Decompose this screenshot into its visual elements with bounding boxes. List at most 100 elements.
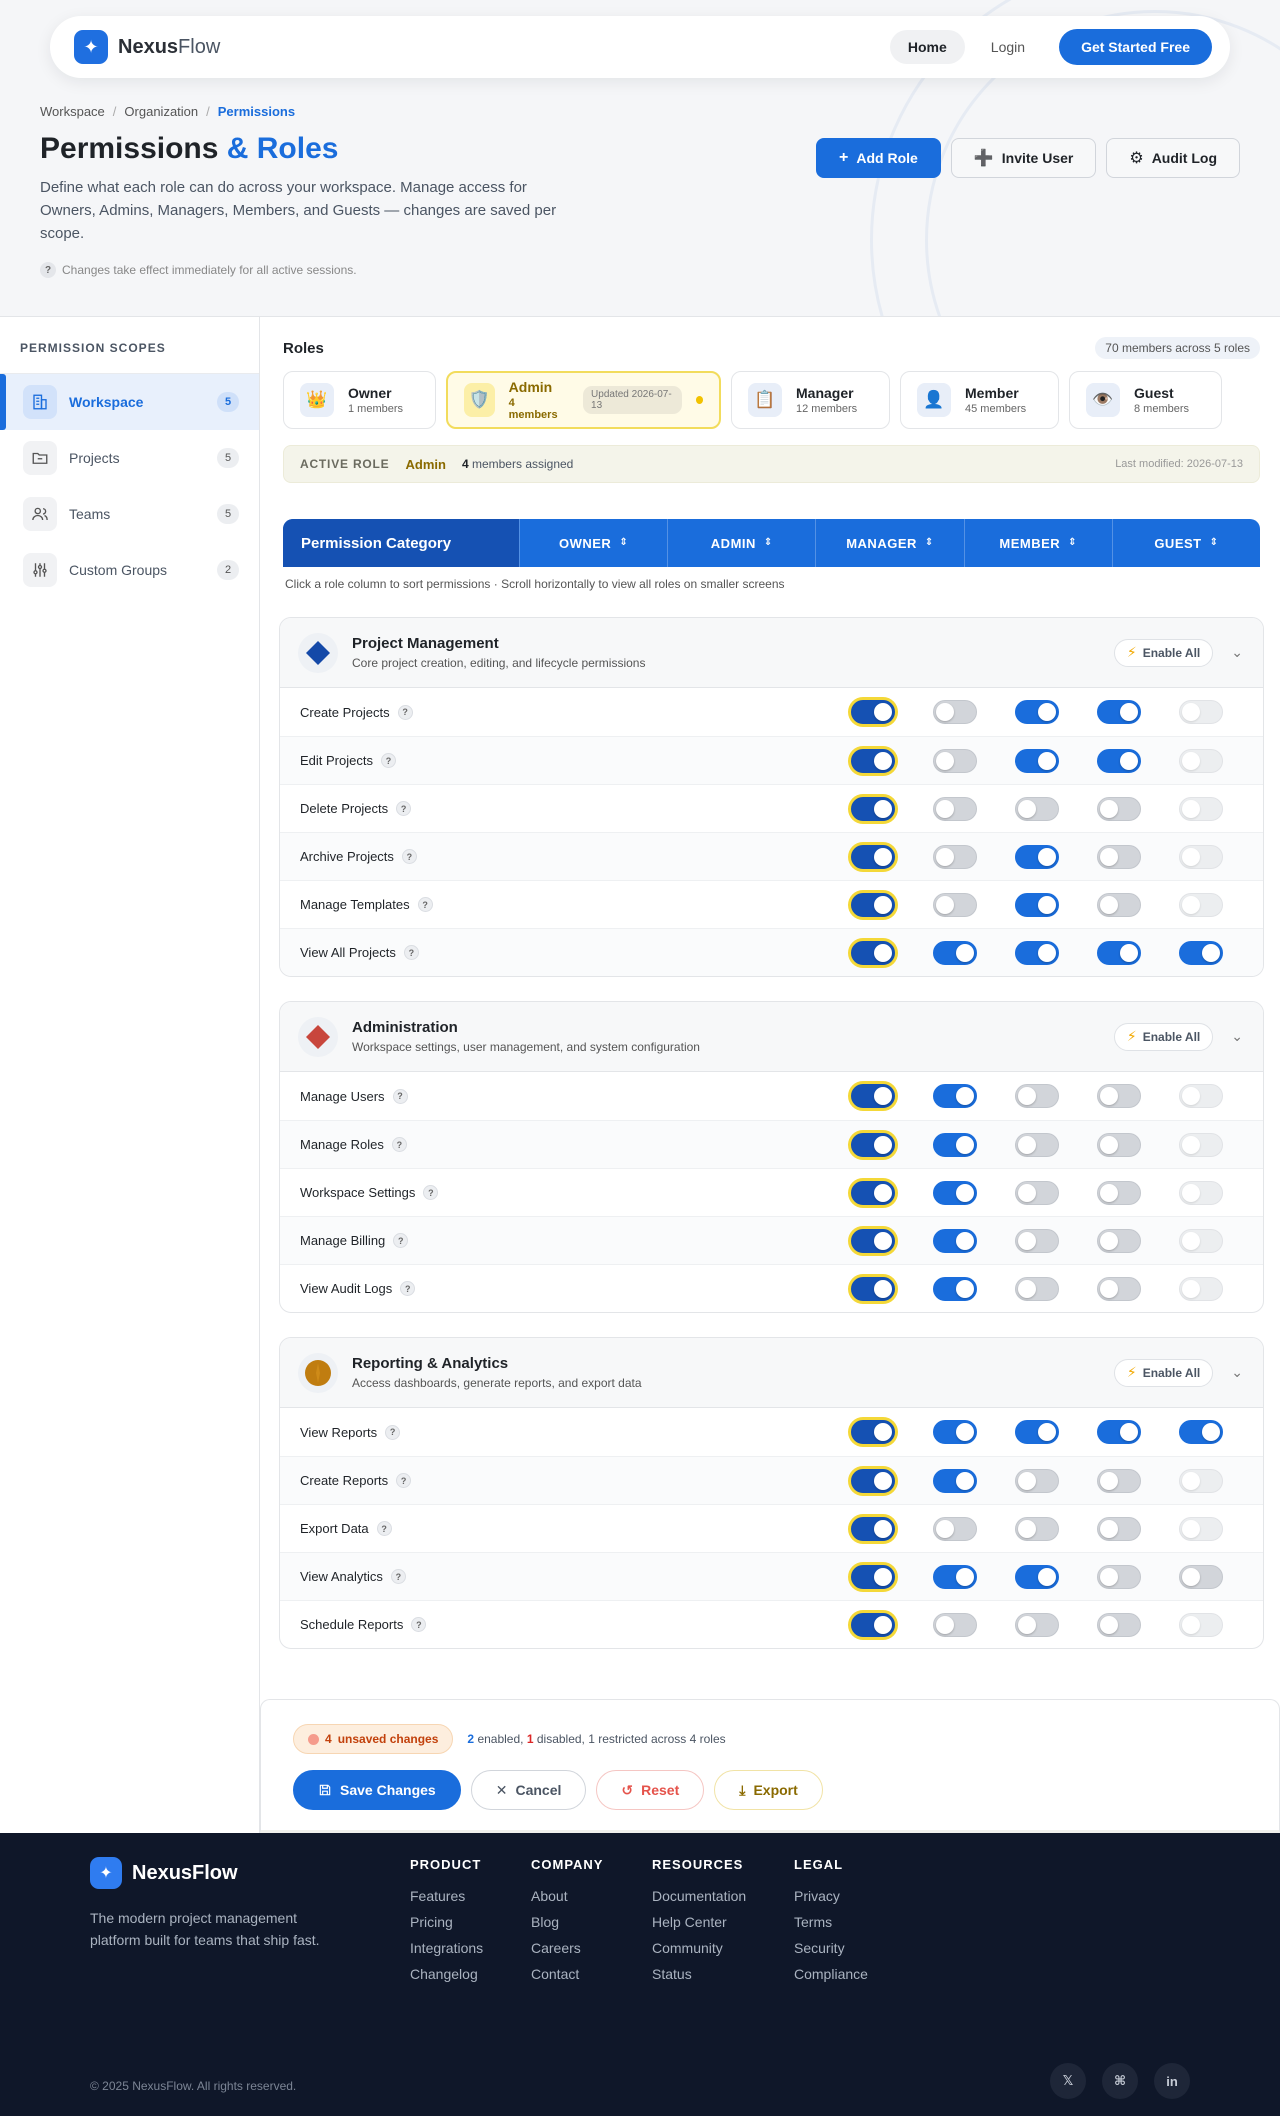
command-social-icon[interactable]: ⌘ [1102,2063,1138,2099]
column-header-member[interactable]: MEMBER ⇕ [963,519,1112,567]
footer-link[interactable]: Compliance [794,1966,868,1982]
help-icon[interactable]: ? [396,1473,412,1488]
help-icon[interactable]: ? [411,1617,427,1632]
role-card-manager[interactable]: 📋 Manager 12 members [731,371,890,429]
logo-text[interactable]: NexusFlow [118,36,220,59]
permission-toggle-admin[interactable] [933,1228,977,1253]
sidebar-item-teams[interactable]: Teams 5 [0,486,259,542]
help-icon[interactable]: ? [376,1521,392,1536]
help-icon[interactable]: ? [423,1185,439,1200]
permission-toggle-manager[interactable] [1015,1228,1059,1253]
permission-toggle-member[interactable] [1097,1084,1141,1108]
x-social-icon[interactable]: 𝕏 [1050,2063,1086,2099]
permission-toggle-owner[interactable] [851,1612,895,1637]
help-icon[interactable]: ? [417,897,433,912]
permission-toggle-guest[interactable] [1179,700,1223,724]
permission-toggle-member[interactable] [1097,1228,1141,1253]
breadcrumb-workspace[interactable]: Workspace [40,104,105,119]
add-role-button[interactable]: + Add Role [816,138,941,178]
permission-group-header[interactable]: Reporting & Analytics Access dashboards, … [280,1338,1263,1408]
permission-toggle-admin[interactable] [933,1468,977,1493]
permission-toggle-guest[interactable] [1179,748,1223,773]
help-icon[interactable]: ? [390,1569,406,1584]
footer-link[interactable]: Security [794,1940,868,1956]
enable-all-button[interactable]: ⚡ Enable All [1113,1358,1214,1387]
permission-toggle-guest[interactable] [1179,844,1223,869]
permission-toggle-manager[interactable] [1015,1180,1059,1205]
help-icon[interactable]: ? [401,849,417,864]
permission-toggle-owner[interactable] [851,1564,895,1589]
permission-toggle-guest[interactable] [1179,1180,1223,1205]
permission-toggle-manager[interactable] [1015,892,1059,917]
permission-toggle-member[interactable] [1097,892,1141,917]
permission-toggle-guest[interactable] [1179,1420,1223,1444]
help-icon[interactable]: ? [403,945,419,960]
footer-link[interactable]: Careers [531,1940,603,1956]
sidebar-item-workspace[interactable]: Workspace 5 [0,374,259,430]
permission-toggle-admin[interactable] [933,1420,977,1444]
footer-link[interactable]: Help Center [652,1914,746,1930]
column-header-guest[interactable]: GUEST ⇕ [1111,519,1260,567]
help-icon[interactable]: ? [393,1233,409,1248]
footer-link[interactable]: Pricing [410,1914,483,1930]
permission-toggle-manager[interactable] [1015,700,1059,724]
chevron-down-icon[interactable]: ⌄ [1231,644,1243,661]
permission-toggle-guest[interactable] [1179,796,1223,821]
permission-toggle-owner[interactable] [851,1180,895,1205]
permission-toggle-member[interactable] [1097,1420,1141,1444]
linkedin-social-icon[interactable]: in [1154,2063,1190,2099]
permission-toggle-guest[interactable] [1179,1516,1223,1541]
sidebar-item-projects[interactable]: Projects 5 [0,430,259,486]
permission-toggle-manager[interactable] [1015,1564,1059,1589]
permission-toggle-admin[interactable] [933,1516,977,1541]
column-header-owner[interactable]: OWNER ⇕ [519,519,667,567]
sidebar-item-custom-groups[interactable]: Custom Groups 2 [0,542,259,598]
permission-toggle-admin[interactable] [933,1180,977,1205]
permission-group-header[interactable]: Project Management Core project creation,… [280,618,1263,688]
permission-toggle-admin[interactable] [933,748,977,773]
enable-all-button[interactable]: ⚡ Enable All [1113,638,1214,667]
permission-toggle-owner[interactable] [851,796,895,821]
permission-toggle-owner[interactable] [851,1084,895,1108]
role-card-owner[interactable]: 👑 Owner 1 members [283,371,436,429]
permission-toggle-owner[interactable] [851,844,895,869]
permission-toggle-owner[interactable] [851,1132,895,1157]
footer-link[interactable]: Terms [794,1914,868,1930]
chevron-down-icon[interactable]: ⌄ [1231,1028,1243,1045]
chevron-down-icon[interactable]: ⌄ [1231,1364,1243,1381]
permission-toggle-owner[interactable] [851,700,895,724]
permission-toggle-manager[interactable] [1015,796,1059,821]
permission-toggle-manager[interactable] [1015,1468,1059,1493]
permission-toggle-admin[interactable] [933,700,977,724]
permission-toggle-owner[interactable] [851,892,895,917]
permission-toggle-admin[interactable] [933,1612,977,1637]
footer-link[interactable]: Documentation [652,1888,746,1904]
permission-toggle-owner[interactable] [851,1420,895,1444]
permission-toggle-member[interactable] [1097,748,1141,773]
permission-toggle-manager[interactable] [1015,940,1059,965]
footer-link[interactable]: Changelog [410,1966,483,1982]
permission-toggle-manager[interactable] [1015,748,1059,773]
role-card-member[interactable]: 👤 Member 45 members [900,371,1059,429]
permission-toggle-owner[interactable] [851,1468,895,1493]
nav-login-link[interactable]: Login [973,30,1043,64]
permission-toggle-guest[interactable] [1179,1468,1223,1493]
permission-group-header[interactable]: Administration Workspace settings, user m… [280,1002,1263,1072]
permission-toggle-member[interactable] [1097,1564,1141,1589]
footer-brand[interactable]: ✦ NexusFlow [90,1857,238,1889]
help-icon[interactable]: ? [396,801,412,816]
permission-toggle-guest[interactable] [1179,1228,1223,1253]
help-icon[interactable]: ? [391,1137,407,1152]
permission-toggle-admin[interactable] [933,940,977,965]
get-started-button[interactable]: Get Started Free [1059,29,1212,65]
permission-toggle-member[interactable] [1097,1516,1141,1541]
permission-toggle-owner[interactable] [851,748,895,773]
permission-toggle-admin[interactable] [933,1276,977,1301]
export-button[interactable]: ⤓ Export [714,1770,823,1810]
permission-toggle-manager[interactable] [1015,1132,1059,1157]
invite-user-button[interactable]: ➕ Invite User [950,138,1097,178]
breadcrumb-organization[interactable]: Organization [124,104,198,119]
permission-toggle-admin[interactable] [933,892,977,917]
permission-toggle-manager[interactable] [1015,1516,1059,1541]
permission-toggle-admin[interactable] [933,1564,977,1589]
